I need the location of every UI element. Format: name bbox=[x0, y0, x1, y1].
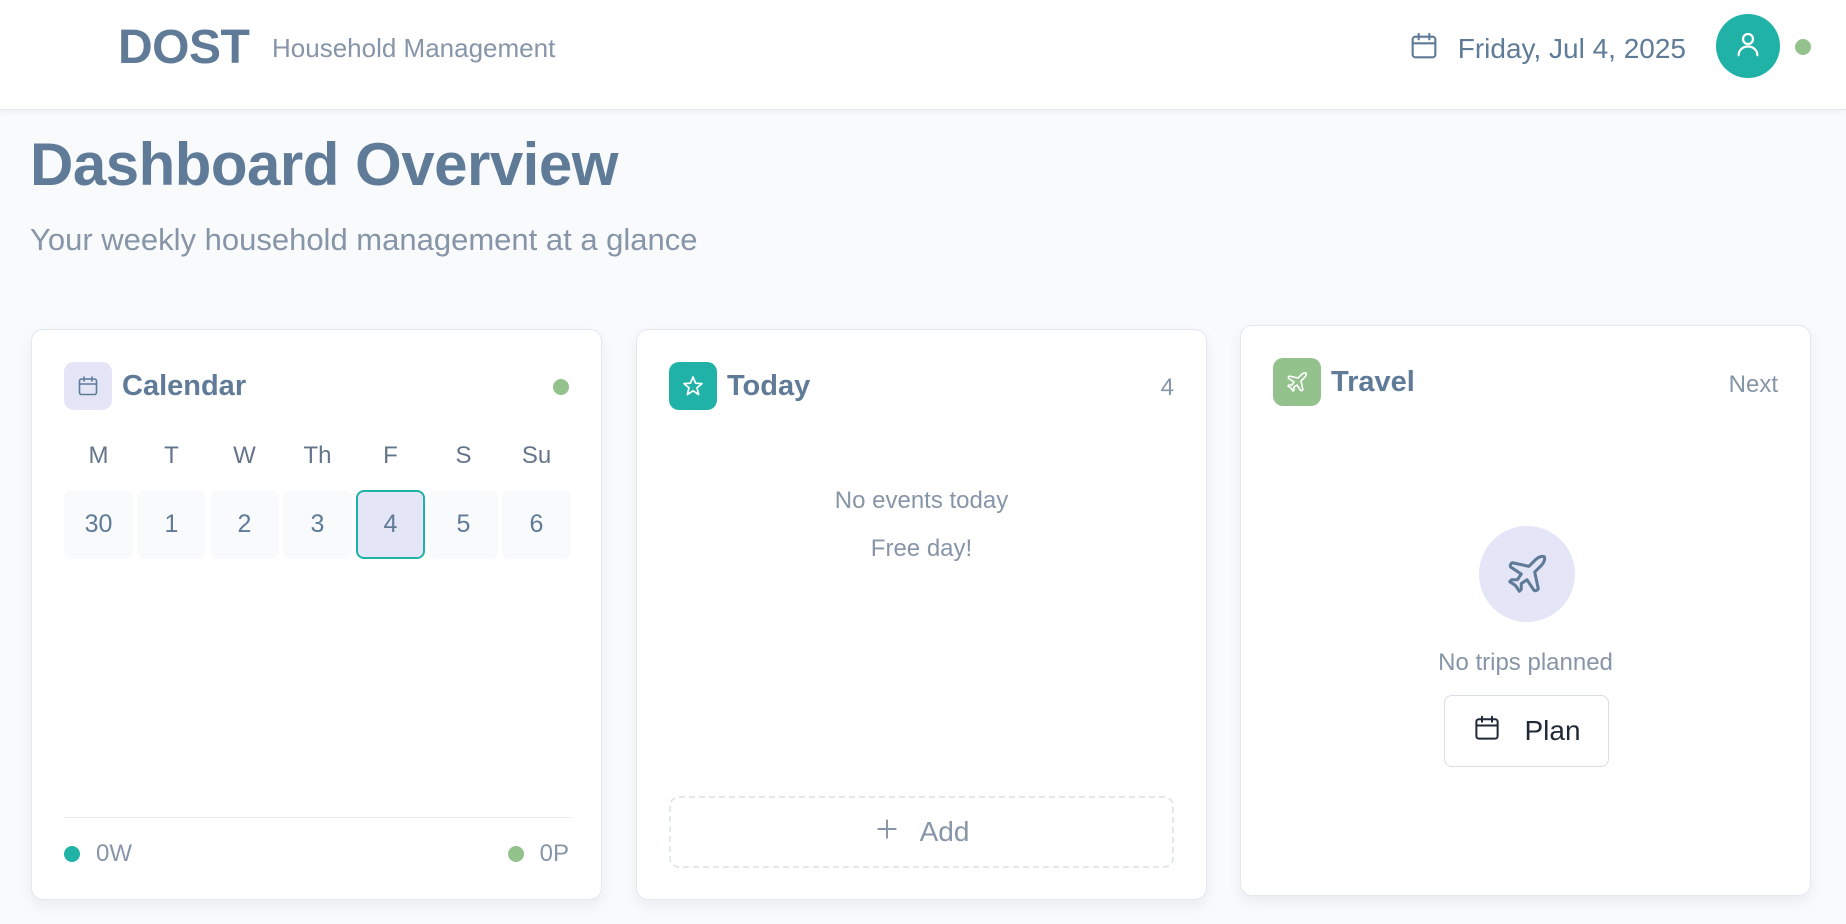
no-events-text: No events today bbox=[834, 487, 1009, 514]
travel-card: Travel Next No trips planned Plan bbox=[1240, 325, 1811, 896]
user-icon bbox=[1733, 29, 1763, 64]
week-days-row: 30 1 2 3 4 5 6 bbox=[64, 490, 572, 559]
calendar-icon bbox=[1408, 30, 1440, 67]
today-card-title[interactable]: Today bbox=[727, 370, 810, 403]
personal-legend-dot bbox=[507, 846, 524, 862]
user-avatar-button[interactable] bbox=[1716, 14, 1780, 78]
travel-card-title[interactable]: Travel bbox=[1331, 366, 1415, 399]
weekday-label: S bbox=[455, 442, 472, 469]
calendar-card-header: Calendar bbox=[64, 362, 246, 410]
online-status-dot bbox=[1795, 39, 1811, 55]
plus-icon bbox=[874, 816, 900, 849]
day-cell[interactable]: 5 bbox=[429, 490, 498, 559]
page-subtitle: Your weekly household management at a gl… bbox=[30, 222, 698, 257]
date-label: Friday, Jul 4, 2025 bbox=[1457, 32, 1686, 64]
page-title: Dashboard Overview bbox=[30, 131, 618, 198]
weekday-label: Su bbox=[521, 442, 552, 469]
current-date: Friday, Jul 4, 2025 bbox=[1408, 30, 1686, 67]
today-card: Today 4 No events today Free day! Add bbox=[636, 329, 1207, 900]
day-cell[interactable]: 6 bbox=[502, 490, 571, 559]
calendar-card-title[interactable]: Calendar bbox=[122, 370, 246, 403]
calendar-card: Calendar M T W Th F S Su 30 1 2 3 4 5 6 … bbox=[31, 329, 602, 900]
calendar-footer-work: 0W bbox=[64, 840, 132, 868]
weekday-label: T bbox=[164, 442, 179, 469]
personal-count: 0P bbox=[539, 840, 569, 867]
add-button-label: Add bbox=[919, 816, 970, 847]
travel-card-header: Travel bbox=[1273, 358, 1415, 406]
calendar-icon bbox=[64, 362, 112, 410]
app-header: DOST Household Management Friday, Jul 4,… bbox=[0, 0, 1846, 110]
weekday-header-row: M T W Th F S Su bbox=[64, 442, 572, 470]
add-event-button[interactable]: Add bbox=[669, 796, 1174, 868]
brand-subtitle: Household Management bbox=[272, 33, 556, 63]
calendar-divider bbox=[64, 817, 572, 818]
day-cell[interactable]: 2 bbox=[210, 490, 279, 559]
weekday-label: W bbox=[233, 442, 256, 469]
work-count: 0W bbox=[96, 840, 132, 867]
weekday-label: F bbox=[383, 442, 398, 469]
plane-icon bbox=[1273, 358, 1321, 406]
day-cell[interactable]: 1 bbox=[137, 490, 206, 559]
brand-logo[interactable]: DOST bbox=[118, 20, 250, 75]
work-legend-dot bbox=[64, 846, 80, 862]
weekday-label: Th bbox=[303, 442, 332, 469]
no-trips-text: No trips planned bbox=[1438, 649, 1613, 676]
day-cell[interactable]: 3 bbox=[283, 490, 352, 559]
plan-button-label: Plan bbox=[1524, 715, 1581, 746]
plan-trip-button[interactable]: Plan bbox=[1444, 695, 1609, 767]
day-cell[interactable]: 30 bbox=[64, 490, 133, 559]
plane-icon bbox=[1479, 526, 1575, 622]
next-trip-label[interactable]: Next bbox=[1729, 371, 1778, 399]
today-card-header: Today bbox=[669, 362, 810, 410]
calendar-footer-personal: 0P bbox=[507, 840, 569, 868]
day-cell-today[interactable]: 4 bbox=[356, 490, 425, 559]
free-day-text: Free day! bbox=[870, 535, 973, 562]
today-event-count: 4 bbox=[1160, 374, 1174, 401]
calendar-status-dot bbox=[553, 379, 569, 395]
weekday-label: M bbox=[88, 442, 109, 469]
star-icon bbox=[669, 362, 717, 410]
calendar-icon bbox=[1472, 713, 1502, 750]
